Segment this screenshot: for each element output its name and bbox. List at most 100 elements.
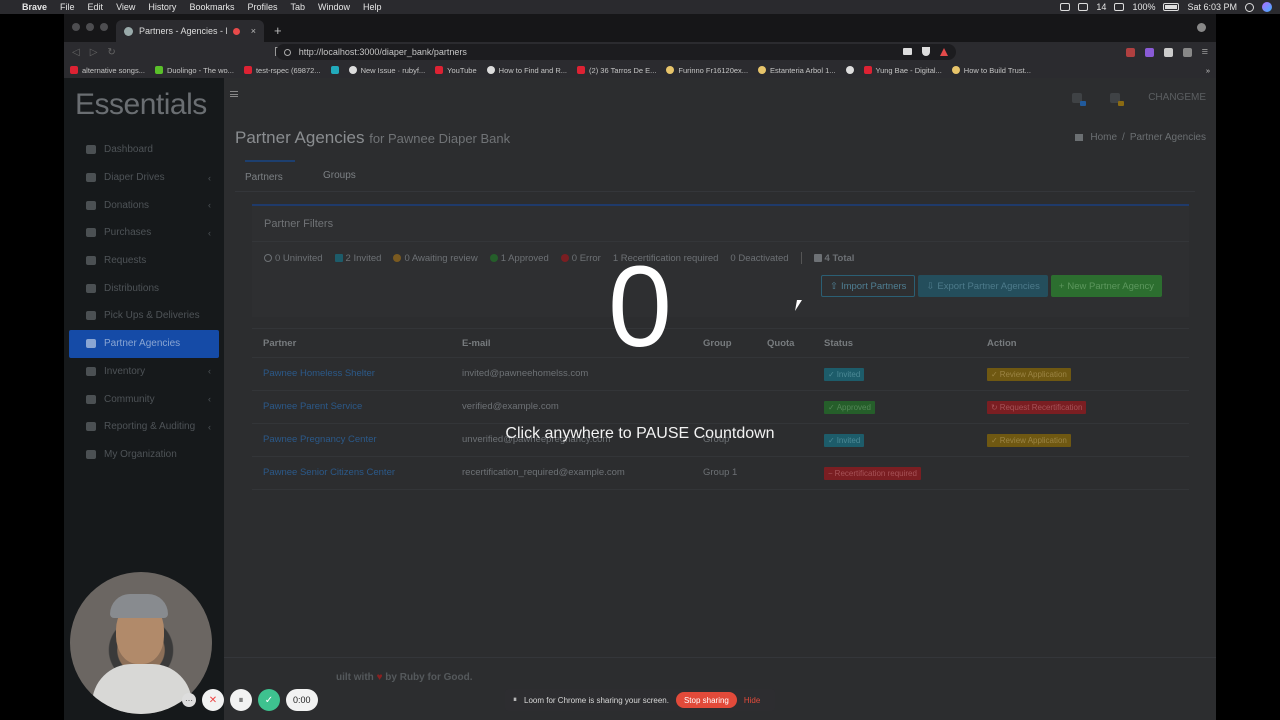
sidebar-item-community[interactable]: Community ‹ — [69, 385, 219, 413]
tab-partners[interactable]: Partners — [245, 160, 295, 183]
bookmark-item[interactable]: Yung Bae - Digital... — [863, 66, 942, 75]
clock[interactable]: Sat 6:03 PM — [1187, 2, 1237, 12]
cancel-recording-icon[interactable]: ✕ — [202, 689, 224, 711]
calendar-icon[interactable] — [1072, 92, 1087, 106]
menu-file[interactable]: File — [60, 2, 75, 12]
more-bookmarks-icon[interactable]: » — [1206, 66, 1210, 75]
menu-help[interactable]: Help — [363, 2, 382, 12]
partner-link[interactable]: Pawnee Senior Citizens Center — [263, 467, 395, 478]
mic-icon[interactable] — [1060, 3, 1071, 11]
bookmark-label: YouTube — [447, 65, 477, 75]
partner-link[interactable]: Pawnee Homeless Shelter — [263, 368, 375, 379]
battery-percent: 100% — [1132, 2, 1156, 12]
bookmark-item[interactable]: Furinno Fr16120ex... — [666, 66, 748, 75]
hamburger-icon[interactable] — [230, 91, 238, 97]
url-text[interactable]: http://localhost:3000/diaper_bank/partne… — [299, 47, 467, 57]
close-window-icon[interactable] — [72, 23, 80, 31]
puzzle-icon[interactable] — [1182, 47, 1192, 57]
review-application-button[interactable]: ✓ Review Application — [987, 368, 1071, 381]
spotlight-icon[interactable] — [1245, 2, 1254, 12]
finish-recording-icon[interactable]: ✓ — [258, 689, 280, 711]
brave-rewards-icon[interactable] — [939, 48, 948, 56]
siri-icon[interactable] — [1262, 2, 1272, 12]
partner-email: verified@example.com — [462, 401, 559, 412]
menu-view[interactable]: View — [116, 2, 135, 12]
minimize-window-icon[interactable] — [86, 23, 94, 31]
brave-shield-icon[interactable] — [921, 47, 930, 56]
bookmark-label: (2) 36 Tarros De E... — [589, 65, 657, 75]
forward-icon[interactable]: ▷ — [90, 47, 98, 58]
bookmark-item[interactable] — [845, 66, 854, 74]
shop-icon — [758, 66, 767, 74]
extension-icon[interactable] — [1125, 47, 1135, 57]
menu-tab[interactable]: Tab — [290, 2, 305, 12]
zoom-window-icon[interactable] — [100, 23, 108, 31]
logo[interactable]: Essentials — [64, 78, 224, 136]
sidebar-item-diaper-drives[interactable]: Diaper Drives ‹ — [69, 164, 219, 192]
bookmark-item[interactable]: alternative songs... — [70, 66, 145, 75]
menu-history[interactable]: History — [148, 2, 176, 12]
page-title-text: Partner Agencies — [235, 128, 365, 147]
time-machine-icon[interactable] — [1078, 3, 1089, 11]
breadcrumb-home[interactable]: Home — [1090, 132, 1117, 143]
menu-icon[interactable]: ≡ — [1202, 46, 1208, 58]
browser-tab[interactable]: Partners - Agencies - Pawn × — [116, 20, 264, 42]
more-options-icon[interactable]: ⋯ — [182, 693, 196, 707]
home-icon[interactable] — [1075, 134, 1084, 141]
site-info-icon[interactable] — [283, 48, 291, 56]
bell-icon[interactable] — [1110, 92, 1125, 106]
organization-icon — [86, 449, 96, 459]
status-icons: 14 100% Sat 6:03 PM — [1060, 2, 1272, 12]
bookmark-item[interactable]: How to Find and R... — [486, 66, 567, 75]
bookmark-item[interactable]: New Issue · rubyf... — [348, 66, 425, 75]
user-menu[interactable]: CHANGEME — [1148, 92, 1206, 103]
partner-link[interactable]: Pawnee Parent Service — [263, 401, 362, 412]
mac-menu-bar: Brave File Edit View History Bookmarks P… — [0, 0, 1280, 14]
tab-title: Partners - Agencies - Pawn — [139, 26, 227, 36]
sidebar-item-purchases[interactable]: Purchases ‹ — [69, 219, 219, 247]
calendar-date[interactable]: 14 — [1096, 2, 1106, 12]
reload-icon[interactable]: ↻ — [107, 47, 115, 58]
menu-edit[interactable]: Edit — [88, 2, 104, 12]
url-bar[interactable]: http://localhost:3000/diaper_bank/partne… — [275, 44, 956, 60]
wifi-icon[interactable] — [1114, 3, 1125, 11]
extension-icon[interactable] — [1163, 47, 1173, 57]
bookmark-item[interactable]: Duolingo - The wo... — [154, 66, 234, 75]
pause-recording-icon[interactable]: ⏸ — [230, 689, 252, 711]
tab-groups[interactable]: Groups — [323, 170, 356, 181]
bookmark-item[interactable]: YouTube — [435, 65, 477, 75]
request-recertification-button[interactable]: ↻ Request Recertification — [987, 401, 1087, 414]
breadcrumb-separator: / — [1122, 132, 1125, 143]
diaper-drives-icon — [86, 173, 96, 183]
tab-search-icon[interactable] — [1197, 23, 1206, 32]
sidebar-item-donations[interactable]: Donations ‹ — [69, 191, 219, 219]
stop-sharing-button[interactable]: Stop sharing — [675, 692, 737, 708]
battery-icon[interactable] — [1163, 3, 1180, 11]
back-icon[interactable]: ◁ — [72, 47, 80, 58]
status-badge: ✓ Approved — [824, 401, 875, 414]
sidebar-item-my-organization[interactable]: My Organization — [69, 441, 219, 469]
footer-post[interactable]: by Ruby for Good. — [385, 672, 472, 683]
menu-bookmarks[interactable]: Bookmarks — [189, 2, 234, 12]
bookmark-item[interactable]: Estanteria Arbol 1... — [758, 66, 836, 75]
close-tab-icon[interactable]: × — [251, 26, 256, 36]
app-menu[interactable]: Brave — [22, 2, 47, 12]
countdown-number[interactable]: 0 — [0, 250, 1280, 365]
hide-button[interactable]: Hide — [744, 696, 760, 705]
bookmark-item[interactable]: test-rspec (69872... — [243, 66, 321, 75]
camera-icon[interactable] — [902, 48, 912, 55]
extension-icon[interactable] — [1144, 47, 1154, 57]
new-tab-button[interactable]: + — [274, 23, 282, 38]
person-cap — [110, 594, 168, 618]
bookmark-item[interactable] — [330, 66, 339, 74]
bookmark-label: How to Build Trust... — [963, 65, 1031, 75]
sidebar-item-label: Purchases — [104, 227, 152, 239]
menu-profiles[interactable]: Profiles — [247, 2, 277, 12]
pause-countdown-message[interactable]: Click anywhere to PAUSE Countdown — [0, 425, 1280, 443]
sidebar-item-dashboard[interactable]: Dashboard — [69, 136, 219, 164]
inventory-icon — [86, 366, 96, 376]
bookmark-item[interactable]: How to Build Trust... — [951, 65, 1031, 75]
menu-window[interactable]: Window — [318, 2, 350, 12]
bookmark-item[interactable]: (2) 36 Tarros De E... — [577, 66, 656, 75]
partner-email: recertification_required@example.com — [462, 467, 625, 478]
